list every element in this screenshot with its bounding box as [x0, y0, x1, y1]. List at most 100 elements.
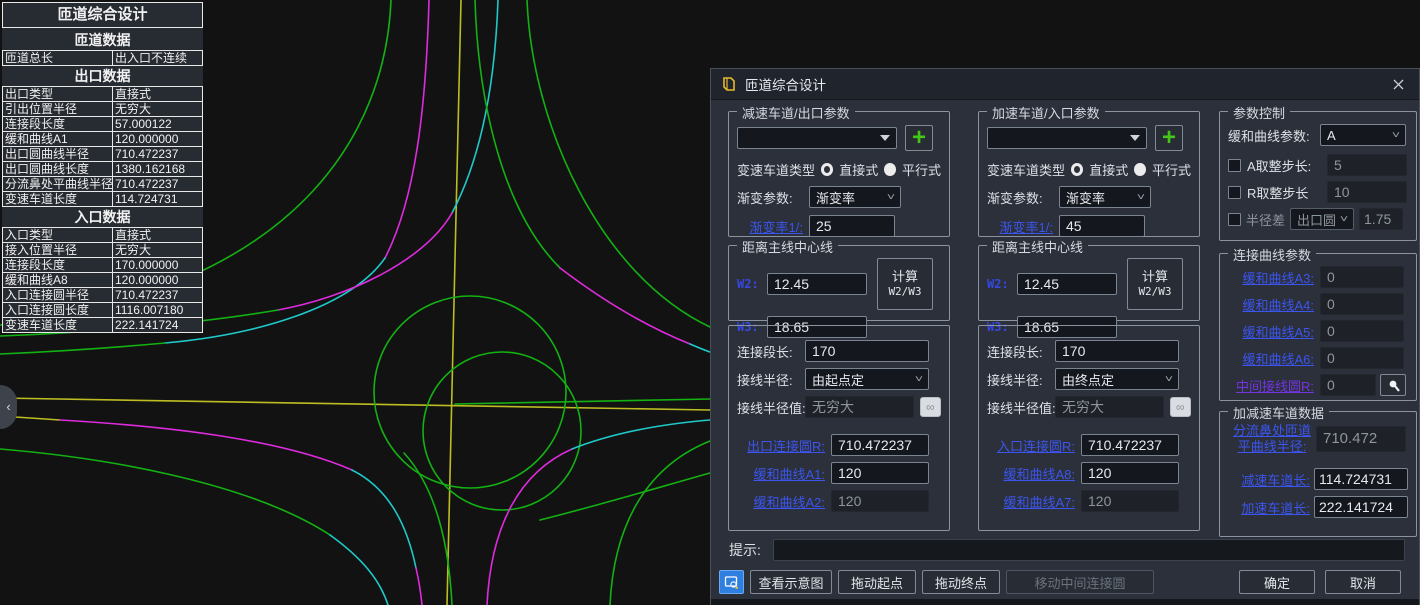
radius-mode-dropdown[interactable]: 由起点定 ˅	[805, 368, 929, 390]
gradient-param-label: 渐变参数:	[737, 188, 809, 207]
view-diagram-button[interactable]: 查看示意图	[750, 570, 832, 594]
gradient-param-dropdown[interactable]: 渐变率 ˅	[1059, 186, 1151, 208]
nose-radius-link[interactable]: 分流鼻处匝道 平曲线半径:	[1228, 423, 1316, 455]
row-value: 170.000000	[113, 258, 203, 273]
accel-length-input[interactable]	[1314, 496, 1408, 518]
entry-connection-group: 连接段长: 接线半径: 由终点定 ˅ 接线半径值: 无穷大 ∞ 入口连接圆R:	[978, 325, 1200, 531]
exit-lane-dropdown[interactable]	[737, 127, 897, 149]
dropdown-value: 出口圆	[1297, 210, 1336, 229]
table-row: 连接段长度170.000000	[3, 258, 203, 273]
drag-start-button[interactable]: 拖动起点	[838, 570, 916, 594]
row-label: 入口类型	[3, 228, 113, 243]
entry-circle-link[interactable]: 入口连接圆R:	[987, 436, 1081, 455]
dropdown-value: 渐变率	[1066, 188, 1105, 207]
dialog-titlebar[interactable]: 匝道综合设计	[711, 69, 1419, 100]
close-button[interactable]	[1387, 73, 1409, 95]
spiral-a5-link[interactable]: 缓和曲线A5:	[1228, 322, 1320, 341]
lane-type-label: 变速车道类型	[987, 160, 1065, 179]
radius-diff-label: 半径差	[1246, 210, 1285, 229]
ramp-circles	[374, 296, 710, 510]
r-step-checkbox[interactable]	[1228, 186, 1241, 199]
spiral-a2-link[interactable]: 缓和曲线A2:	[737, 492, 831, 511]
spiral-a8-link[interactable]: 缓和曲线A8:	[987, 464, 1081, 483]
ramp-lower-left	[0, 420, 452, 605]
radio-parallel[interactable]	[884, 163, 896, 176]
exit-circle-link[interactable]: 出口连接圆R:	[737, 436, 831, 455]
radio-direct-label[interactable]: 直接式	[1089, 160, 1128, 179]
entry-lane-dropdown[interactable]	[987, 127, 1147, 149]
spiral-a8-input[interactable]	[1081, 462, 1179, 484]
infinity-button[interactable]: ∞	[920, 397, 941, 417]
mid-circle-link[interactable]: 中间接线圆R:	[1228, 376, 1320, 395]
a-step-display: 5	[1327, 154, 1407, 176]
w2-input[interactable]	[767, 273, 867, 295]
radio-parallel-label[interactable]: 平行式	[902, 160, 941, 179]
accel-length-label[interactable]: 加速车道长:	[1228, 498, 1314, 517]
connect-length-input[interactable]	[1055, 340, 1179, 362]
calc-w2w3-button[interactable]: 计算 W2/W3	[1127, 258, 1183, 310]
preview-toggle-button[interactable]	[719, 570, 744, 594]
radius-value-label: 接线半径值:	[987, 398, 1055, 417]
radius-diff-checkbox[interactable]	[1228, 213, 1241, 226]
group-title: 连接曲线参数	[1228, 245, 1316, 264]
exit-circle-input[interactable]	[831, 434, 929, 456]
row-value: 114.724731	[113, 192, 203, 207]
chevron-down-icon: ˅	[1340, 214, 1348, 225]
gradient-param-dropdown[interactable]: 渐变率 ˅	[809, 186, 901, 208]
chevron-down-icon: ˅	[915, 374, 923, 385]
add-lane-button[interactable]: +	[1155, 125, 1183, 151]
chevron-down-icon: ˅	[887, 192, 895, 203]
decel-length-input[interactable]	[1314, 468, 1408, 490]
radio-direct[interactable]	[1071, 163, 1083, 176]
spiral-a1-link[interactable]: 缓和曲线A1:	[737, 464, 831, 483]
row-value: 57.000122	[113, 117, 203, 132]
entry-centerline-group: 距离主线中心线 W2: 计算 W2/W3 W3:	[978, 245, 1200, 321]
rate-input[interactable]	[1059, 215, 1145, 237]
radio-parallel[interactable]	[1134, 163, 1146, 176]
rate-link[interactable]: 渐变率1/:	[737, 217, 809, 236]
entry-circle-input[interactable]	[1081, 434, 1179, 456]
exit-params-group: 减速车道/出口参数 + 变速车道类型 直接式 平行式 渐变参数:	[728, 111, 950, 237]
group-title: 加速车道/入口参数	[987, 103, 1105, 122]
row-value: 710.472237	[113, 288, 203, 303]
lane-type-label: 变速车道类型	[737, 160, 815, 179]
spiral-a7-link[interactable]: 缓和曲线A7:	[987, 492, 1081, 511]
lane-data-group: 加减速车道数据 分流鼻处匝道 平曲线半径: 710.472 减速车道长: 加速车…	[1219, 411, 1417, 537]
add-lane-button[interactable]: +	[905, 125, 933, 151]
spiral-a4-link[interactable]: 缓和曲线A4:	[1228, 295, 1320, 314]
drag-end-button[interactable]: 拖动终点	[922, 570, 1000, 594]
calc-w2w3-button[interactable]: 计算 W2/W3	[877, 258, 933, 310]
gradient-param-label: 渐变参数:	[987, 188, 1059, 207]
a-step-checkbox[interactable]	[1228, 159, 1241, 172]
close-icon	[1393, 79, 1404, 90]
spiral-a3-link[interactable]: 缓和曲线A3:	[1228, 268, 1320, 287]
dropdown-value: 由起点定	[812, 370, 864, 389]
radio-direct[interactable]	[821, 163, 833, 176]
spiral-a6-display: 0	[1320, 347, 1404, 369]
radius-mode-dropdown[interactable]: 由终点定 ˅	[1055, 368, 1179, 390]
dropdown-value: 由终点定	[1062, 370, 1114, 389]
rate-input[interactable]	[809, 215, 895, 237]
rate-link[interactable]: 渐变率1/:	[987, 217, 1059, 236]
pick-point-button[interactable]	[1380, 374, 1406, 396]
w2-input[interactable]	[1017, 273, 1117, 295]
spiral-param-dropdown[interactable]: A ˅	[1320, 124, 1406, 146]
radio-parallel-label[interactable]: 平行式	[1152, 160, 1191, 179]
decel-length-label[interactable]: 减速车道长:	[1228, 470, 1314, 489]
ok-button[interactable]: 确定	[1239, 570, 1315, 594]
row-label: 缓和曲线A1	[3, 132, 113, 147]
mid-circle-display: 0	[1320, 374, 1376, 396]
radius-value-display: 无穷大	[1055, 396, 1164, 418]
a-step-label: A取整步长:	[1247, 156, 1321, 175]
radio-direct-label[interactable]: 直接式	[839, 160, 878, 179]
table-row: 入口连接圆长度1116.007180	[3, 303, 203, 318]
connect-length-input[interactable]	[805, 340, 929, 362]
spiral-a1-input[interactable]	[831, 462, 929, 484]
w2-label: W2:	[737, 277, 767, 291]
tip-input[interactable]	[773, 539, 1405, 561]
cancel-button[interactable]: 取消	[1325, 570, 1401, 594]
spiral-a6-link[interactable]: 缓和曲线A6:	[1228, 349, 1320, 368]
row-label: 缓和曲线A8	[3, 273, 113, 288]
r-step-label: R取整步长	[1247, 183, 1321, 202]
infinity-button[interactable]: ∞	[1170, 397, 1191, 417]
